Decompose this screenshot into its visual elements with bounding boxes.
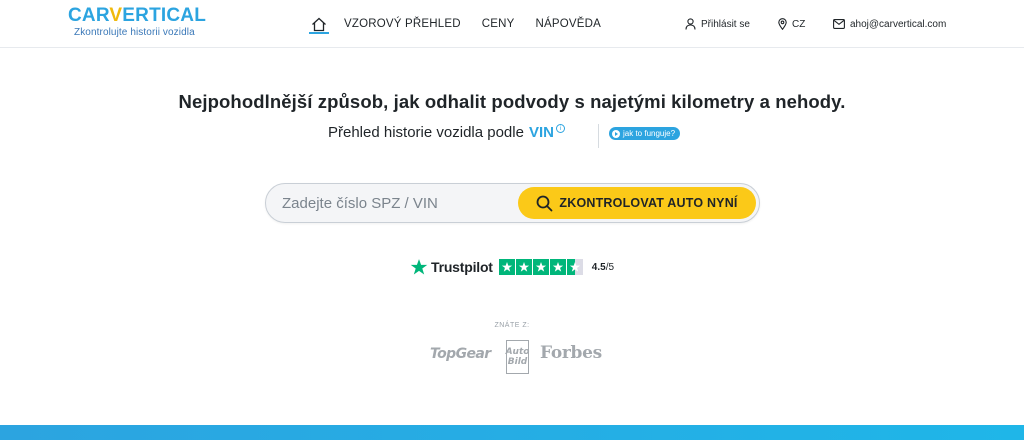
autobild-top: Auto [505, 347, 530, 357]
mail-icon [833, 19, 845, 29]
trustpilot-score: 4.5/5 [592, 262, 614, 273]
check-car-label: ZKONTROLOVAT AUTO NYNÍ [559, 196, 738, 210]
search-icon [536, 195, 553, 211]
subline-divider [598, 124, 599, 148]
star-icon [515, 259, 532, 275]
star-icon [549, 259, 566, 275]
email-address: ahoj@carvertical.com [850, 18, 947, 30]
trustpilot-stars [498, 259, 584, 275]
user-icon [685, 18, 696, 30]
star-icon [532, 259, 549, 275]
info-icon[interactable]: i [555, 124, 565, 133]
how-it-works-label: jak to funguje? [623, 129, 676, 138]
press-title: ZNÁTE Z: [494, 322, 530, 329]
star-icon [498, 259, 515, 275]
nav-help[interactable]: NÁPOVĚDA [536, 18, 602, 30]
logo-wordmark: CARVERTICAL [68, 5, 207, 26]
vin-label: VIN [528, 124, 554, 141]
trustpilot-rating[interactable]: Trustpilot 4.5/5 [410, 258, 614, 276]
bottom-banner-strip [0, 425, 1024, 440]
score-value: 4.5 [591, 261, 606, 273]
autobild-logo: Auto Bild [506, 340, 529, 374]
trustpilot-name: Trustpilot [431, 259, 493, 275]
trustpilot-star-icon [410, 259, 428, 275]
carvertical-logo[interactable]: CARVERTICAL Zkontrolujte historii vozidl… [68, 5, 207, 39]
country-selector[interactable]: CZ [778, 0, 805, 48]
autobild-bottom: Bild [507, 357, 528, 367]
nav-pricing[interactable]: CENY [482, 18, 515, 30]
home-icon [312, 17, 326, 31]
login-label: Přihlásit se [701, 18, 750, 30]
email-link[interactable]: ahoj@carvertical.com [833, 0, 946, 48]
nav-sample-report[interactable]: VZOROVÝ PŘEHLED [344, 18, 461, 30]
login-link[interactable]: Přihlásit se [685, 0, 750, 48]
half-star-icon [566, 259, 583, 275]
topgear-logo: TopGear [430, 346, 491, 362]
nav-home[interactable] [309, 0, 329, 48]
location-pin-icon [778, 18, 787, 30]
hero-subline: Přehled historie vozidla podle VIN i [328, 124, 565, 141]
score-max: /5 [605, 261, 615, 273]
play-icon [612, 129, 620, 138]
check-car-button[interactable]: ZKONTROLOVAT AUTO NYNÍ [518, 187, 756, 219]
site-header: CARVERTICAL Zkontrolujte historii vozidl… [0, 0, 1024, 48]
vin-plate-input[interactable] [282, 184, 512, 222]
vin-search-form: ZKONTROLOVAT AUTO NYNÍ [265, 183, 760, 223]
logo-tagline: Zkontrolujte historii vozidla [74, 27, 195, 38]
main-nav: VZOROVÝ PŘEHLED CENY NÁPOVĚDA [309, 0, 622, 48]
subline-text: Přehled historie vozidla podle [328, 124, 524, 141]
country-code: CZ [792, 18, 806, 30]
active-nav-indicator [309, 32, 329, 34]
hero-headline: Nejpohodlnější způsob, jak odhalit podvo… [178, 91, 846, 112]
forbes-logo: Forbes [540, 343, 602, 363]
how-it-works-button[interactable]: jak to funguje? [609, 127, 681, 140]
